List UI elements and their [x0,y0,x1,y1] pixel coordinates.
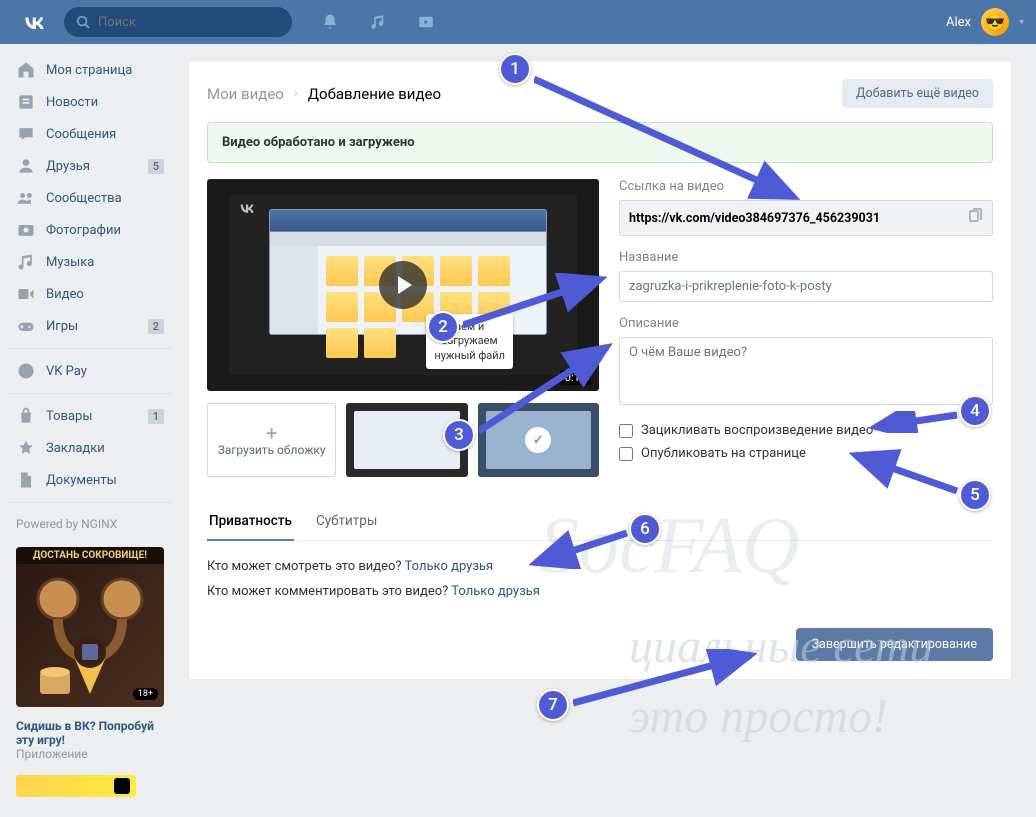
check-icon: ✓ [525,427,551,453]
copy-icon[interactable] [967,208,983,228]
fav-icon [16,438,36,458]
nav-friends[interactable]: Друзья5 [8,150,172,182]
age-badge: 18+ [133,688,158,700]
search-input[interactable] [98,15,280,30]
crumb-root[interactable]: Мои видео [207,85,284,103]
music-icon [16,252,36,272]
name-input[interactable] [619,271,993,302]
svg-text:₽: ₽ [23,367,30,377]
news-icon [16,92,36,112]
user-menu[interactable]: Alex 😎 ▾ [946,8,1024,36]
chevron-down-icon: ▾ [1019,17,1024,28]
duration-badge: 0:11 [560,370,591,385]
link-field: https://vk.com/video384697376_456239031 [619,200,993,236]
breadcrumb: Мои видео › Добавление видео Добавить ещ… [207,79,993,108]
vk-watermark-icon [237,201,257,217]
badge: 5 [148,159,164,174]
vk-logo[interactable] [20,8,48,36]
play-icon[interactable] [379,261,427,309]
view-privacy-link[interactable]: Только друзья [405,559,494,574]
badge: 2 [148,319,164,334]
nav-doc[interactable]: Документы [8,464,172,496]
sidebar: Моя страницаНовостиСообщенияДрузья5Сообщ… [8,44,172,817]
nav-music[interactable]: Музыка [8,246,172,278]
thumb-2[interactable]: ✓ [478,403,599,477]
nav-market[interactable]: Товары1 [8,400,172,432]
nav-games[interactable]: Игры2 [8,310,172,342]
games-icon [16,316,36,336]
privacy-settings: Кто может смотреть это видео? Только дру… [207,555,993,604]
video-preview[interactable]: аем изагружаемнужный файл 0:11 [207,179,599,391]
nav-video[interactable]: Видео [8,278,172,310]
crumb-current: Добавление видео [308,85,441,103]
upload-cover-button[interactable]: + Загрузить обложку [207,403,336,477]
video-icon [16,284,36,304]
promo-link[interactable]: Сидишь в ВК? Попробуй эту игру! [16,719,154,747]
market-icon [16,406,36,426]
user-name: Alex [946,15,971,30]
nav-groups[interactable]: Сообщества [8,182,172,214]
desc-label: Описание [619,316,993,331]
preview-tooltip: аем изагружаемнужный файл [426,314,513,369]
video-play-icon[interactable] [416,12,436,32]
photo-icon [16,220,36,240]
powered-by: Powered by NGINX [8,509,172,539]
publish-checkbox[interactable]: Опубликовать на странице [619,446,993,461]
chevron-right-icon: › [294,86,298,101]
nav-news[interactable]: Новости [8,86,172,118]
thumb-1[interactable] [346,403,467,477]
badge: 1 [148,409,164,424]
doc-icon [16,470,36,490]
topbar: Alex 😎 ▾ [0,0,1036,44]
comment-privacy-link[interactable]: Только друзья [451,584,540,599]
avatar: 😎 [981,8,1009,36]
status-success: Видео обработано и загружено [207,122,993,163]
msg-icon [16,124,36,144]
promo-banner[interactable]: ДОСТАНЬ СОКРОВИЩЕ! 18+ [16,547,164,707]
tab-subs[interactable]: Субтитры [314,503,379,540]
annotation-7: 7 [537,689,569,721]
link-label: Ссылка на видео [619,179,993,194]
friends-icon [16,156,36,176]
search-icon [76,15,90,29]
search-box[interactable] [64,7,292,37]
nav-photo[interactable]: Фотографии [8,214,172,246]
main-card: Мои видео › Добавление видео Добавить ещ… [188,60,1012,680]
nav-msg[interactable]: Сообщения [8,118,172,150]
name-label: Название [619,250,993,265]
tabs: Приватность Субтитры [207,503,993,541]
tab-privacy[interactable]: Приватность [207,503,294,541]
loop-checkbox[interactable]: Зацикливать воспроизведение видео [619,423,993,438]
add-more-button[interactable]: Добавить ещё видео [842,79,993,108]
promo-sub: Приложение [16,747,88,761]
nav-home[interactable]: Моя страница [8,54,172,86]
bell-icon[interactable] [320,12,340,32]
yandex-money-banner[interactable] [16,775,136,797]
plus-icon: + [266,423,277,443]
nav-fav[interactable]: Закладки [8,432,172,464]
home-icon [16,60,36,80]
link-value: https://vk.com/video384697376_456239031 [629,211,967,226]
pay-icon: ₽ [16,361,36,381]
nav-pay[interactable]: ₽VK Pay [8,355,172,387]
desc-textarea[interactable] [619,337,993,405]
groups-icon [16,188,36,208]
music-icon[interactable] [368,12,388,32]
save-button[interactable]: Завершить редактирование [796,628,993,661]
